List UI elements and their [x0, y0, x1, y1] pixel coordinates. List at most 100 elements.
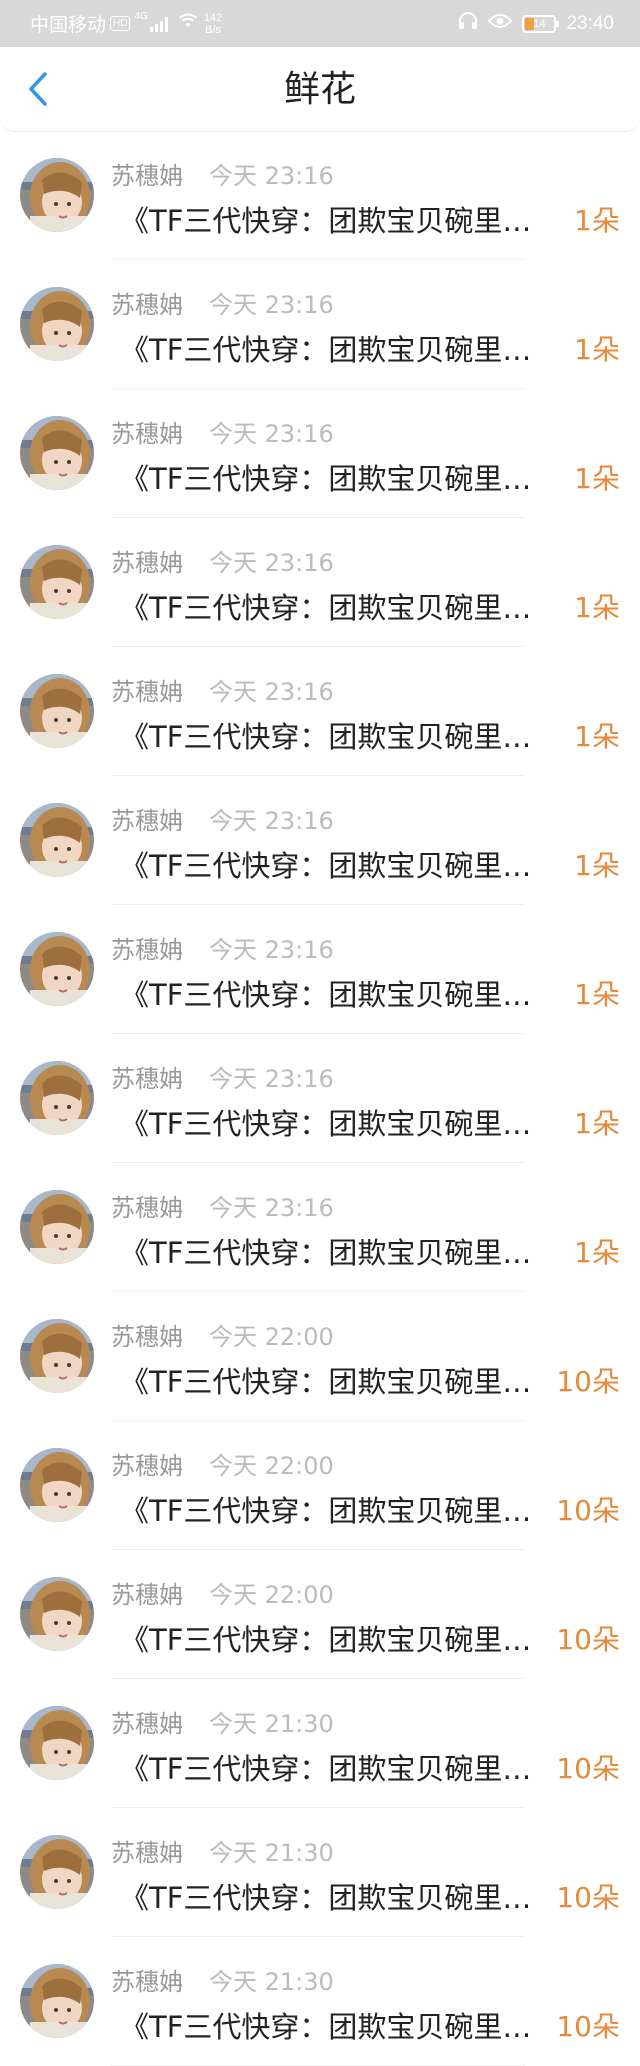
- book-title: 《TF三代快穿：团欺宝贝碗里…: [120, 204, 532, 238]
- send-time: 今天 23:16: [209, 549, 334, 577]
- avatar[interactable]: [20, 1061, 94, 1135]
- headphones-icon: [458, 11, 478, 36]
- sender-name: 苏穗姌: [111, 162, 183, 190]
- book-title: 《TF三代快穿：团欺宝贝碗里…: [120, 462, 532, 496]
- carrier-name: 中国移动: [30, 15, 107, 36]
- book-title: 《TF三代快穿：团欺宝贝碗里…: [120, 1365, 532, 1399]
- flower-count: 1朵: [574, 720, 620, 753]
- send-time: 今天 21:30: [209, 1839, 334, 1867]
- book-title: 《TF三代快穿：团欺宝贝碗里…: [120, 1623, 532, 1657]
- book-title: 《TF三代快穿：团欺宝贝碗里…: [120, 1494, 532, 1528]
- list-item[interactable]: 苏穗姌 今天 23:16 《TF三代快穿：团欺宝贝碗里… 1朵: [0, 1034, 640, 1163]
- list-item[interactable]: 苏穗姌 今天 23:16 《TF三代快穿：团欺宝贝碗里… 1朵: [0, 905, 640, 1034]
- sender-name: 苏穗姌: [111, 1968, 183, 1996]
- speed-value: 142: [203, 11, 223, 24]
- book-title: 《TF三代快穿：团欺宝贝碗里…: [120, 849, 532, 883]
- send-time: 今天 21:30: [209, 1968, 334, 1996]
- network-speed: 142 B/s: [204, 12, 222, 36]
- avatar[interactable]: [20, 1190, 94, 1264]
- flower-count: 10朵: [556, 1494, 620, 1527]
- avatar[interactable]: [20, 1706, 94, 1780]
- flower-count: 10朵: [556, 1881, 620, 1914]
- book-title: 《TF三代快穿：团欺宝贝碗里…: [120, 1236, 532, 1270]
- network-type: 4G: [134, 11, 148, 22]
- book-title: 《TF三代快穿：团欺宝贝碗里…: [120, 2010, 532, 2044]
- send-time: 今天 23:16: [209, 807, 334, 835]
- avatar[interactable]: [20, 287, 94, 361]
- send-time: 今天 23:16: [209, 162, 334, 190]
- flower-count: 10朵: [556, 1365, 620, 1398]
- avatar[interactable]: [20, 158, 94, 232]
- book-title: 《TF三代快穿：团欺宝贝碗里…: [120, 1107, 532, 1141]
- flower-count: 10朵: [556, 1623, 620, 1656]
- signal-icon: [149, 16, 168, 32]
- list-item[interactable]: 苏穗姌 今天 23:16 《TF三代快穿：团欺宝贝碗里… 1朵: [0, 260, 640, 389]
- send-time: 今天 23:16: [209, 1065, 334, 1093]
- battery-icon: 14: [522, 14, 560, 33]
- list-item[interactable]: 苏穗姌 今天 22:00 《TF三代快穿：团欺宝贝碗里… 10朵: [0, 1292, 640, 1421]
- sender-name: 苏穗姌: [111, 936, 183, 964]
- list-item[interactable]: 苏穗姌 今天 21:30 《TF三代快穿：团欺宝贝碗里… 10朵: [0, 1937, 640, 2066]
- list-item[interactable]: 苏穗姌 今天 23:16 《TF三代快穿：团欺宝贝碗里… 1朵: [0, 1163, 640, 1292]
- eye-icon: [488, 13, 513, 35]
- book-title: 《TF三代快穿：团欺宝贝碗里…: [120, 591, 532, 625]
- wifi-icon: [178, 13, 198, 34]
- flower-count: 1朵: [574, 462, 620, 495]
- flower-count: 10朵: [556, 1752, 620, 1785]
- avatar[interactable]: [20, 1448, 94, 1522]
- avatar[interactable]: [20, 545, 94, 619]
- flower-count: 1朵: [574, 978, 620, 1011]
- list-item[interactable]: 苏穗姌 今天 23:16 《TF三代快穿：团欺宝贝碗里… 1朵: [0, 518, 640, 647]
- send-time: 今天 23:16: [209, 291, 334, 319]
- list-item[interactable]: 苏穗姌 今天 21:30 《TF三代快穿：团欺宝贝碗里… 10朵: [0, 1808, 640, 1937]
- send-time: 今天 22:00: [209, 1323, 334, 1351]
- sender-name: 苏穗姌: [111, 420, 183, 448]
- send-time: 今天 23:16: [209, 420, 334, 448]
- flower-count: 1朵: [574, 204, 620, 237]
- flower-count: 1朵: [574, 1107, 620, 1140]
- send-time: 今天 23:16: [209, 1194, 334, 1222]
- send-time: 今天 22:00: [209, 1581, 334, 1609]
- list-item[interactable]: 苏穗姌 今天 22:00 《TF三代快穿：团欺宝贝碗里… 10朵: [0, 1421, 640, 1550]
- sender-name: 苏穗姌: [111, 1194, 183, 1222]
- list-item[interactable]: 苏穗姌 今天 21:30 《TF三代快穿：团欺宝贝碗里… 10朵: [0, 1679, 640, 1808]
- page-title: 鲜花: [283, 69, 356, 110]
- sender-name: 苏穗姌: [111, 1710, 183, 1738]
- gift-record-list: 苏穗姌 今天 23:16 《TF三代快穿：团欺宝贝碗里… 1朵 苏穗姌 今天 2…: [0, 131, 640, 2066]
- book-title: 《TF三代快穿：团欺宝贝碗里…: [120, 333, 532, 367]
- avatar[interactable]: [20, 1319, 94, 1393]
- avatar[interactable]: [20, 1577, 94, 1651]
- book-title: 《TF三代快穿：团欺宝贝碗里…: [120, 720, 532, 754]
- sender-name: 苏穗姌: [111, 1452, 183, 1480]
- list-item[interactable]: 苏穗姌 今天 23:16 《TF三代快穿：团欺宝贝碗里… 1朵: [0, 389, 640, 518]
- book-title: 《TF三代快穿：团欺宝贝碗里…: [120, 1752, 532, 1786]
- avatar[interactable]: [20, 803, 94, 877]
- flower-count: 1朵: [574, 333, 620, 366]
- clock: 23:40: [566, 12, 614, 34]
- avatar[interactable]: [20, 1964, 94, 2038]
- sender-name: 苏穗姌: [111, 1839, 183, 1867]
- list-item[interactable]: 苏穗姌 今天 22:00 《TF三代快穿：团欺宝贝碗里… 10朵: [0, 1550, 640, 1679]
- avatar[interactable]: [20, 416, 94, 490]
- send-time: 今天 23:16: [209, 678, 334, 706]
- send-time: 今天 21:30: [209, 1710, 334, 1738]
- navigation-bar: 鲜花: [0, 47, 640, 132]
- list-item[interactable]: 苏穗姌 今天 23:16 《TF三代快穿：团欺宝贝碗里… 1朵: [0, 131, 640, 260]
- avatar[interactable]: [20, 1835, 94, 1909]
- status-bar-left: 中国移动 HD 4G 142 B/s: [30, 0, 222, 47]
- flower-count: 1朵: [574, 591, 620, 624]
- list-item[interactable]: 苏穗姌 今天 23:16 《TF三代快穿：团欺宝贝碗里… 1朵: [0, 776, 640, 905]
- book-title: 《TF三代快穿：团欺宝贝碗里…: [120, 1881, 532, 1915]
- avatar[interactable]: [20, 932, 94, 1006]
- list-item[interactable]: 苏穗姌 今天 23:16 《TF三代快穿：团欺宝贝碗里… 1朵: [0, 647, 640, 776]
- flower-count: 1朵: [574, 849, 620, 882]
- sender-name: 苏穗姌: [111, 1323, 183, 1351]
- avatar[interactable]: [20, 674, 94, 748]
- hd-badge: HD: [110, 16, 131, 31]
- status-bar: 中国移动 HD 4G 142 B/s 14 23:40: [0, 0, 640, 47]
- sender-name: 苏穗姌: [111, 291, 183, 319]
- speed-unit: B/s: [205, 23, 221, 36]
- send-time: 今天 23:16: [209, 936, 334, 964]
- send-time: 今天 22:00: [209, 1452, 334, 1480]
- flower-count: 1朵: [574, 1236, 620, 1269]
